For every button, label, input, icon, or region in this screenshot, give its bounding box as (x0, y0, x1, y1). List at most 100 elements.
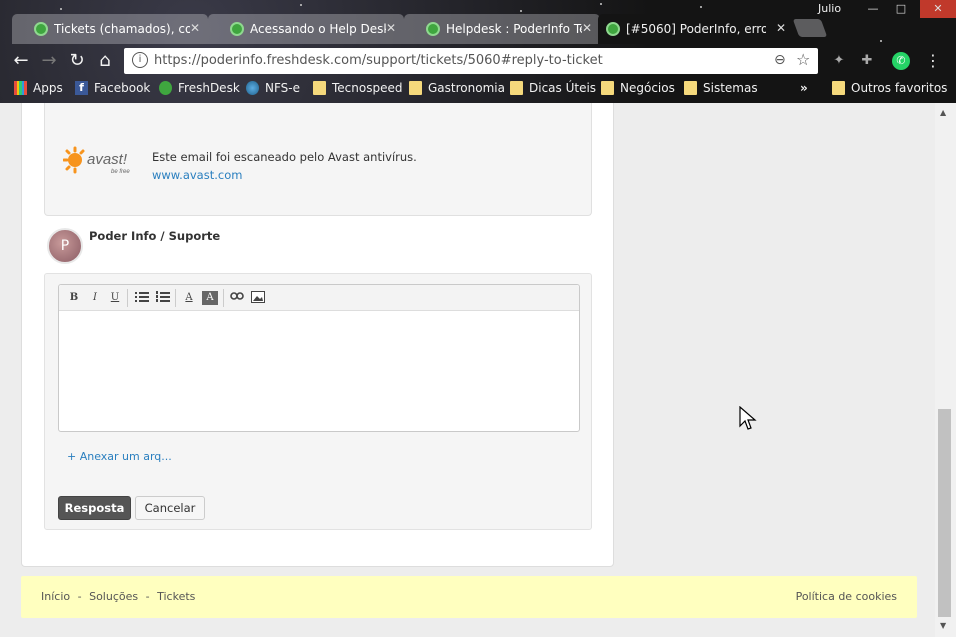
minimize-button[interactable]: — (859, 0, 887, 18)
bookmarks-bar: Apps f Facebook FreshDesk NFS-e Tecnospe… (0, 77, 956, 101)
underline-button[interactable]: U (107, 291, 123, 305)
image-icon[interactable] (250, 291, 266, 305)
footer-link-solucoes[interactable]: Soluções (89, 590, 138, 603)
scroll-down-icon[interactable]: ▼ (940, 621, 946, 630)
back-button[interactable]: ← (9, 49, 33, 73)
link-icon[interactable] (229, 291, 245, 305)
bookmark-gastronomia[interactable]: Gastronomia (409, 81, 505, 95)
numbered-list-icon[interactable] (155, 291, 171, 305)
scroll-up-icon[interactable]: ▲ (940, 108, 946, 117)
tab-tickets[interactable]: Tickets (chamados), con ✕ (12, 14, 208, 44)
close-tab-icon[interactable]: ✕ (582, 21, 592, 35)
whatsapp-icon[interactable]: ✆ (892, 52, 910, 70)
bullet-list-icon[interactable] (134, 291, 150, 305)
extension-pin-icon[interactable]: ✚ (858, 52, 876, 70)
cancel-button[interactable]: Cancelar (135, 496, 205, 520)
forward-button[interactable]: → (37, 49, 61, 73)
bookmark-negocios[interactable]: Negócios (601, 81, 675, 95)
bookmark-star-icon[interactable]: ☆ (796, 50, 810, 69)
reply-editor: B I U A A (58, 284, 580, 432)
avast-wordmark: avast! (87, 151, 128, 168)
close-tab-icon[interactable]: ✕ (776, 21, 786, 35)
reply-textarea[interactable] (59, 312, 579, 431)
attach-file-link[interactable]: + Anexar um arq... (67, 450, 172, 463)
bookmark-label: Dicas Úteis (529, 81, 597, 95)
close-tab-icon[interactable]: ✕ (386, 21, 396, 35)
avast-logo: avast! be free (62, 146, 139, 178)
author-name: Poder Info / Suporte (89, 229, 221, 243)
bold-button[interactable]: B (66, 291, 82, 305)
bookmark-label: Outros favoritos (851, 81, 948, 95)
bookmark-label: Facebook (94, 81, 151, 95)
reply-form: B I U A A + Anexar um arq... Resposta Ca… (44, 273, 592, 530)
folder-icon (684, 81, 697, 95)
footer-separator: - (77, 590, 82, 603)
background-color-button[interactable]: A (202, 291, 218, 305)
bookmark-tecnospeed[interactable]: Tecnospeed (313, 81, 402, 95)
close-tab-icon[interactable]: ✕ (190, 21, 200, 35)
facebook-icon: f (75, 81, 88, 95)
italic-button[interactable]: I (87, 291, 103, 305)
tab-title: Acessando o Help Desk (250, 22, 386, 36)
bookmark-label: Negócios (620, 81, 675, 95)
tab-ticket-5060[interactable]: [#5060] PoderInfo, erro ✕ (598, 14, 794, 44)
bookmark-other-favorites[interactable]: Outros favoritos (832, 81, 947, 95)
bookmark-label: Sistemas (703, 81, 758, 95)
editor-toolbar: B I U A A (59, 285, 579, 311)
portal-footer: Início - Soluções - Tickets Política de … (21, 576, 917, 618)
avast-link[interactable]: www.avast.com (152, 168, 242, 182)
freshdesk-favicon-icon (426, 22, 440, 36)
bookmark-dicas-uteis[interactable]: Dicas Úteis (510, 81, 596, 95)
reload-button[interactable]: ↻ (65, 49, 89, 73)
browser-frame: Julio — □ ✕ Tickets (chamados), con ✕ Ac… (0, 0, 956, 103)
freshdesk-icon (159, 81, 172, 95)
zoom-icon[interactable]: ⊖ (774, 52, 786, 68)
bookmark-nfse[interactable]: NFS-e (246, 81, 300, 95)
folder-icon (832, 81, 845, 95)
footer-nav: Início - Soluções - Tickets (41, 590, 199, 603)
bookmark-label: Gastronomia (428, 81, 505, 95)
bookmark-freshdesk[interactable]: FreshDesk (159, 81, 240, 95)
maximize-button[interactable]: □ (887, 0, 915, 18)
bookmark-label: Tecnospeed (332, 81, 403, 95)
scroll-thumb[interactable] (938, 409, 951, 617)
submit-reply-button[interactable]: Resposta (58, 496, 131, 520)
apps-grid-icon (14, 81, 27, 95)
close-window-button[interactable]: ✕ (920, 0, 956, 18)
address-bar[interactable]: i https://poderinfo.freshdesk.com/suppor… (124, 48, 818, 74)
freshdesk-favicon-icon (606, 22, 620, 36)
tab-title: Tickets (chamados), con (54, 22, 190, 36)
quoted-message: avast! be free Este email foi escaneado … (44, 103, 592, 216)
url-text[interactable]: https://poderinfo.freshdesk.com/support/… (154, 53, 603, 68)
folder-icon (601, 81, 614, 95)
home-button[interactable]: ⌂ (93, 49, 117, 73)
bookmark-label: Apps (33, 81, 63, 95)
folder-icon (409, 81, 422, 95)
folder-icon (313, 81, 326, 95)
freshdesk-favicon-icon (230, 22, 244, 36)
bookmark-label: NFS-e (265, 81, 300, 95)
folder-icon (510, 81, 523, 95)
footer-separator: - (145, 590, 150, 603)
avatar: P (47, 228, 83, 264)
chrome-menu-icon[interactable]: ⋮ (924, 52, 942, 70)
bookmark-label: FreshDesk (178, 81, 240, 95)
tab-help-desk[interactable]: Acessando o Help Desk ✕ (208, 14, 404, 44)
globe-icon (246, 81, 259, 95)
tab-helpdesk-poderinfo[interactable]: Helpdesk : PoderInfo Tec ✕ (404, 14, 600, 44)
extension-puzzle-icon[interactable]: ✦ (830, 52, 848, 70)
footer-link-tickets[interactable]: Tickets (157, 590, 195, 603)
avast-message: Este email foi escaneado pelo Avast anti… (152, 150, 417, 164)
tab-strip: Tickets (chamados), con ✕ Acessando o He… (0, 14, 830, 44)
bookmark-facebook[interactable]: f Facebook (75, 81, 150, 95)
site-info-icon[interactable]: i (132, 52, 148, 68)
cookie-policy-link[interactable]: Política de cookies (796, 590, 897, 603)
avast-tagline: be free (111, 169, 130, 175)
page-scrollbar[interactable]: ▲ ▼ (935, 103, 956, 637)
bookmarks-overflow-button[interactable]: » (800, 81, 808, 95)
text-color-button[interactable]: A (181, 291, 197, 305)
bookmark-sistemas[interactable]: Sistemas (684, 81, 758, 95)
footer-link-inicio[interactable]: Início (41, 590, 70, 603)
bookmark-apps[interactable]: Apps (14, 81, 63, 95)
tab-title: Helpdesk : PoderInfo Tec (446, 22, 582, 36)
